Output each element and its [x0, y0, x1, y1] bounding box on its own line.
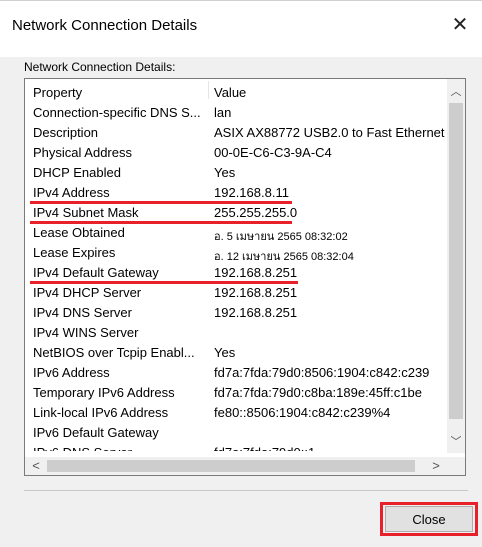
row-property: NetBIOS over Tcpip Enabl... [33, 345, 195, 360]
row-value: Yes [214, 345, 236, 360]
row-value: fd7a:7fda:79d0:c8ba:189e:45ff:c1be [214, 385, 422, 400]
row-value: ASIX AX88772 USB2.0 to Fast Ethernet Ad [214, 125, 445, 140]
highlight-underline [30, 221, 292, 224]
list-row[interactable]: NetBIOS over Tcpip Enabl... Yes [25, 343, 445, 363]
divider [24, 490, 468, 491]
list-row[interactable]: IPv4 Subnet Mask 255.255.255.0 [25, 203, 445, 223]
row-value: 255.255.255.0 [214, 205, 298, 220]
row-value: lan [214, 105, 232, 120]
highlight-underline [30, 201, 292, 204]
list-row[interactable]: Temporary IPv6 Address fd7a:7fda:79d0:c8b… [25, 383, 445, 403]
row-value: fd7a:7fda:79d0::1 [214, 445, 445, 451]
list-row[interactable]: Link-local IPv6 Address fe80::8506:1904:c… [25, 403, 445, 423]
list-row[interactable]: IPv4 Default Gateway 192.168.8.251 [25, 263, 445, 283]
scrollbar-corner [447, 457, 465, 475]
horizontal-scrollbar[interactable]: < > [25, 457, 447, 475]
list-row[interactable]: Lease Expires อ. 12 เมษายน 2565 08:32:04 [25, 243, 445, 263]
list-header: Property Value [25, 79, 445, 101]
list-row[interactable]: Connection-specific DNS S... lan [25, 103, 445, 123]
row-property: DHCP Enabled [33, 165, 121, 180]
list-row[interactable]: IPv4 DHCP Server 192.168.8.251 [25, 283, 445, 303]
group-label: Network Connection Details: [24, 60, 176, 74]
network-connection-details-dialog: Network Connection Details ✕ Network Con… [0, 0, 482, 547]
row-property: Connection-specific DNS S... [33, 105, 201, 120]
highlight-underline [30, 281, 298, 284]
list-row[interactable]: IPv4 DNS Server 192.168.8.251 [25, 303, 445, 323]
row-property: IPv6 Address [33, 365, 110, 380]
row-property: Physical Address [33, 145, 132, 160]
row-property: Lease Obtained [33, 225, 125, 240]
horizontal-scroll-thumb[interactable] [47, 460, 415, 472]
list-rows: Connection-specific DNS S... lan Descripti… [25, 103, 445, 451]
row-property: Link-local IPv6 Address [33, 405, 169, 420]
row-property: IPv4 DHCP Server [33, 285, 142, 300]
vertical-scroll-thumb[interactable] [449, 103, 463, 419]
row-value: 192.168.8.251 [214, 305, 298, 320]
list-row[interactable]: Lease Obtained อ. 5 เมษายน 2565 08:32:02 [25, 223, 445, 243]
title-bar: Network Connection Details ✕ [0, 0, 482, 57]
details-list[interactable]: Property Value Connection-specific DNS S… [24, 78, 466, 476]
chevron-right-icon[interactable]: > [427, 457, 445, 475]
list-row[interactable]: IPv4 Address 192.168.8.11 [25, 183, 445, 203]
list-row[interactable]: IPv6 Address fd7a:7fda:79d0:8506:1904:c84… [25, 363, 445, 383]
column-divider[interactable] [208, 81, 209, 99]
row-property: Description [33, 125, 99, 140]
row-value: Yes [214, 165, 236, 180]
chevron-up-icon[interactable]: ︿ [447, 83, 465, 101]
list-row[interactable]: IPv6 Default Gateway [25, 423, 445, 443]
row-property: IPv4 Subnet Mask [33, 205, 139, 220]
row-value: 192.168.8.251 [214, 285, 298, 300]
row-property: Temporary IPv6 Address [33, 385, 175, 400]
close-icon[interactable]: ✕ [448, 13, 472, 37]
row-value: 192.168.8.251 [214, 265, 298, 280]
row-property: IPv4 WINS Server [33, 325, 139, 340]
row-value: 00-0E-C6-C3-9A-C4 [214, 145, 332, 160]
column-header-value[interactable]: Value [214, 85, 246, 100]
chevron-left-icon[interactable]: < [27, 457, 45, 475]
chevron-down-icon[interactable]: ﹀ [447, 433, 465, 451]
vertical-scrollbar[interactable]: ︿ ﹀ [447, 79, 465, 453]
row-property: IPv4 Address [33, 185, 110, 200]
list-row[interactable]: Description ASIX AX88772 USB2.0 to Fast E… [25, 123, 445, 143]
list-row[interactable]: IPv6 DNS Server fd7a:7fda:79d0::1 [25, 443, 445, 451]
window-title: Network Connection Details [12, 17, 198, 34]
row-value: fd7a:7fda:79d0:8506:1904:c842:c239 [214, 365, 430, 380]
row-value: fe80::8506:1904:c842:c239%4 [214, 405, 391, 420]
row-value: 192.168.8.11 [214, 185, 289, 200]
column-header-property[interactable]: Property [33, 85, 82, 100]
row-property: IPv6 Default Gateway [33, 425, 159, 440]
close-button[interactable]: Close [385, 506, 473, 532]
row-property: IPv6 DNS Server [33, 445, 205, 451]
list-row[interactable]: DHCP Enabled Yes [25, 163, 445, 183]
row-property: IPv4 Default Gateway [33, 265, 159, 280]
list-row[interactable]: Physical Address 00-0E-C6-C3-9A-C4 [25, 143, 445, 163]
list-row[interactable]: IPv4 WINS Server [25, 323, 445, 343]
row-property: IPv4 DNS Server [33, 305, 132, 320]
row-property: Lease Expires [33, 245, 116, 260]
